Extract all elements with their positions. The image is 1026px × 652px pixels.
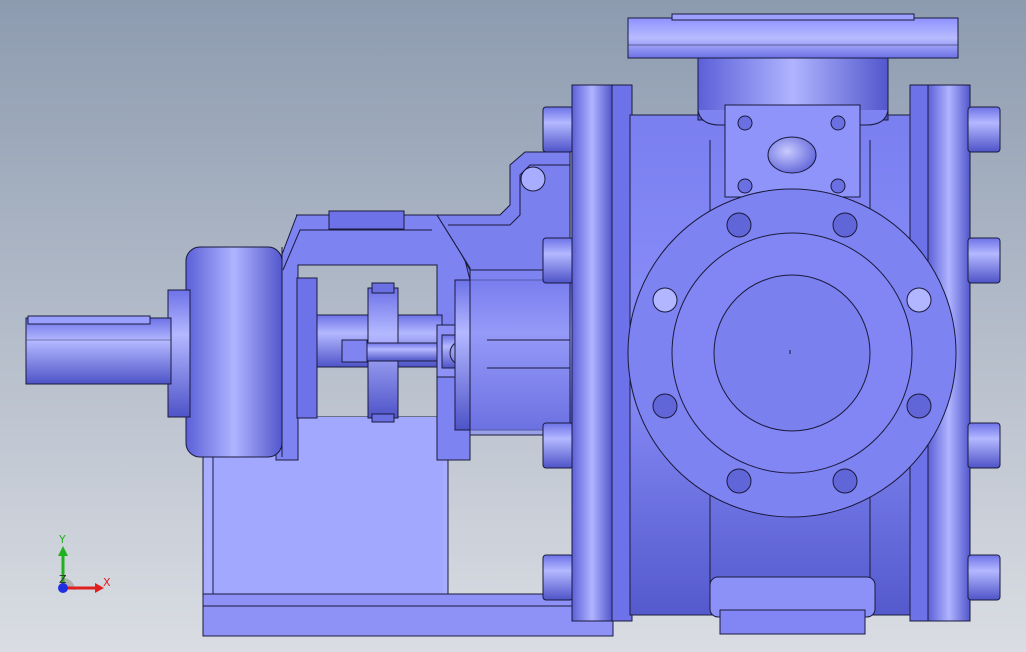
left-cover-plate[interactable] <box>571 84 633 622</box>
triad-y-label: Y <box>58 533 66 546</box>
triad-x-label: X <box>103 576 111 589</box>
drain-boss[interactable] <box>709 576 876 635</box>
triad-z-label: Z <box>59 573 67 586</box>
mounting-pad[interactable] <box>724 104 861 198</box>
drive-shaft[interactable] <box>25 315 172 385</box>
seal-housing[interactable] <box>436 269 573 436</box>
inlet-flange[interactable] <box>627 188 957 518</box>
cad-viewport[interactable]: Y X Z <box>0 0 1026 652</box>
pump-model-drawing[interactable]: Y X Z <box>0 0 1026 652</box>
